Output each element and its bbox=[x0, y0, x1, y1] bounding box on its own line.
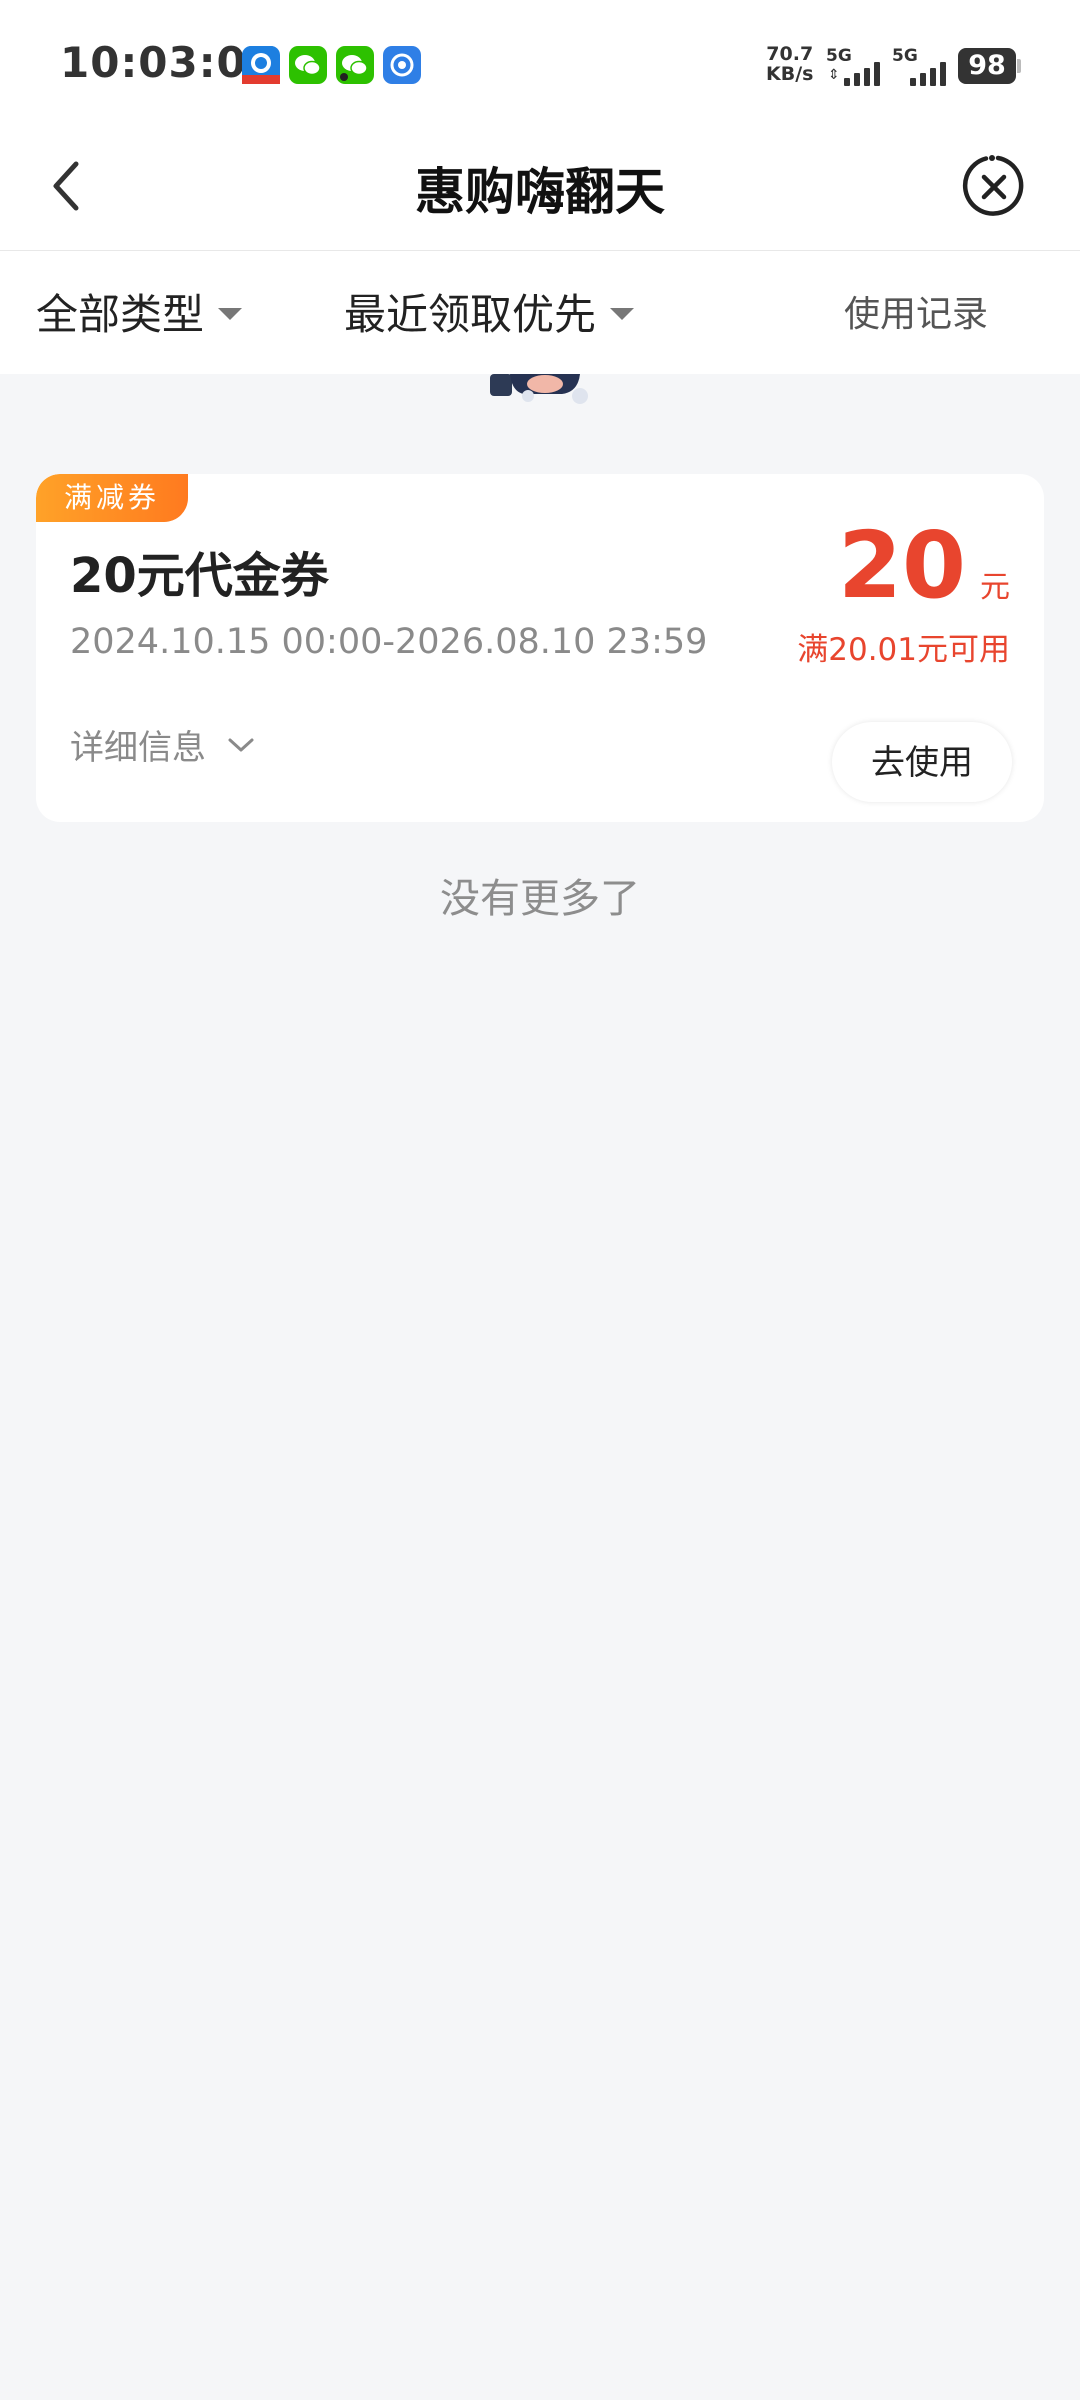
close-button[interactable] bbox=[958, 150, 1030, 222]
coupon-condition: 满20.01元可用 bbox=[797, 632, 1010, 668]
mascot-illustration bbox=[480, 374, 600, 404]
network-speed-value: 70.7 bbox=[766, 43, 814, 65]
coupon-validity: 2024.10.15 00:00-2026.08.10 23:59 bbox=[70, 622, 708, 662]
battery-tip bbox=[1017, 59, 1021, 73]
status-bar: 10:03:07 70.7 KB/s 5G ⇕ 5G 98 bbox=[0, 0, 1080, 130]
filter-bar: 全部类型 最近领取优先 使用记录 bbox=[0, 251, 1080, 374]
signal-sim1-icon: 5G ⇕ bbox=[826, 46, 890, 88]
coupon-amount: 20 元 bbox=[838, 512, 1010, 619]
close-circle-icon bbox=[962, 155, 1024, 216]
coupon-type-badge: 满减券 bbox=[36, 474, 188, 522]
page-title: 惠购嗨翻天 bbox=[415, 163, 665, 221]
caret-down-icon bbox=[610, 307, 635, 320]
chevron-down-icon bbox=[228, 738, 254, 751]
usage-record-link[interactable]: 使用记录 bbox=[844, 285, 988, 337]
wechat-icon bbox=[289, 46, 327, 84]
coupon-amount-value: 20 bbox=[837, 512, 966, 619]
battery-icon: 98 bbox=[958, 48, 1016, 84]
coupon-amount-unit: 元 bbox=[980, 570, 1010, 605]
alipay-like-app-icon bbox=[242, 46, 280, 84]
filter-type-dropdown[interactable]: 全部类型 bbox=[36, 281, 243, 342]
use-coupon-button[interactable]: 去使用 bbox=[832, 722, 1012, 802]
network-speed-unit: KB/s bbox=[766, 63, 814, 85]
coupon-detail-label: 详细信息 bbox=[70, 728, 206, 768]
wechat-icon bbox=[336, 46, 374, 84]
nav-bar: 惠购嗨翻天 bbox=[0, 130, 1080, 251]
signal-sim2-icon: 5G bbox=[892, 46, 956, 88]
blue-app-icon bbox=[383, 46, 421, 84]
filter-sort-label: 最近领取优先 bbox=[344, 290, 597, 339]
coupon-name: 20元代金券 bbox=[70, 548, 329, 604]
coupon-detail-toggle[interactable]: 详细信息 bbox=[70, 720, 256, 769]
network-speed: 70.7 KB/s bbox=[766, 44, 813, 84]
caret-down-icon bbox=[218, 307, 243, 320]
no-more-text: 没有更多了 bbox=[440, 876, 640, 922]
data-arrows-icon: ⇕ bbox=[828, 67, 840, 83]
battery-level: 98 bbox=[968, 50, 1006, 81]
filter-sort-dropdown[interactable]: 最近领取优先 bbox=[344, 281, 635, 342]
coupon-card: 满减券 20元代金券 2024.10.15 00:00-2026.08.10 2… bbox=[36, 474, 1044, 822]
filter-type-label: 全部类型 bbox=[36, 290, 205, 339]
